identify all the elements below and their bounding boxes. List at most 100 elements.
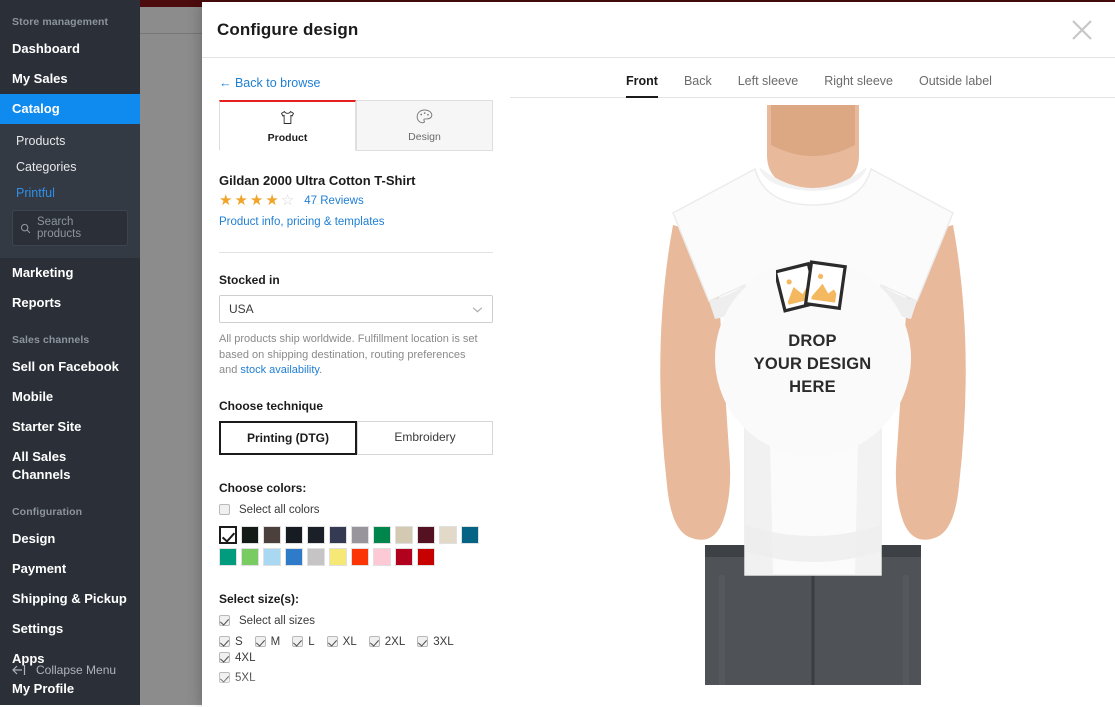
close-icon bbox=[1067, 15, 1097, 45]
sidebar-item-dashboard[interactable]: Dashboard bbox=[0, 34, 140, 64]
sidebar-item-my-sales[interactable]: My Sales bbox=[0, 64, 140, 94]
tab-product[interactable]: Product bbox=[219, 100, 356, 151]
select-all-sizes-checkbox[interactable] bbox=[219, 615, 230, 626]
color-swatch[interactable] bbox=[373, 548, 391, 566]
dropzone-line-3: HERE bbox=[789, 377, 836, 398]
sidebar-item-mobile[interactable]: Mobile bbox=[0, 382, 140, 412]
select-all-colors-row: Select all colors bbox=[219, 504, 493, 516]
size-label: M bbox=[271, 636, 281, 648]
collapse-arrow-icon bbox=[12, 664, 28, 676]
star-icon: ★ bbox=[234, 193, 247, 208]
size-checkbox[interactable] bbox=[417, 636, 428, 647]
sidebar-item-categories[interactable]: Categories bbox=[0, 154, 140, 180]
sidebar-item-marketing[interactable]: Marketing bbox=[0, 258, 140, 288]
star-icon: ★ bbox=[265, 193, 278, 208]
reviews-count-link[interactable]: 47 Reviews bbox=[304, 195, 363, 207]
stocked-in-label: Stocked in bbox=[219, 273, 493, 287]
color-swatch[interactable] bbox=[263, 548, 281, 566]
preview-tab-back[interactable]: Back bbox=[684, 74, 712, 97]
preview-tab-left-sleeve[interactable]: Left sleeve bbox=[738, 74, 798, 97]
star-empty-icon: ☆ bbox=[281, 193, 294, 208]
sidebar-item-settings[interactable]: Settings bbox=[0, 614, 140, 644]
tab-product-label: Product bbox=[268, 132, 308, 144]
product-title: Gildan 2000 Ultra Cotton T-Shirt bbox=[219, 173, 493, 188]
size-label: 5XL bbox=[235, 672, 255, 684]
size-option[interactable]: 4XL bbox=[219, 652, 255, 664]
color-swatch[interactable] bbox=[307, 526, 325, 544]
tab-design[interactable]: Design bbox=[356, 100, 493, 151]
technique-option-printing-dtg[interactable]: Printing (DTG) bbox=[219, 421, 357, 455]
color-swatch[interactable] bbox=[263, 526, 281, 544]
sidebar-item-products[interactable]: Products bbox=[0, 128, 140, 154]
sidebar-search-wrap: Search products bbox=[0, 206, 140, 248]
size-option[interactable]: XL bbox=[327, 636, 357, 648]
stocked-in-value: USA bbox=[229, 302, 254, 316]
size-option[interactable]: 2XL bbox=[369, 636, 405, 648]
sidebar-item-all-sales-channels[interactable]: All Sales Channels bbox=[0, 442, 140, 490]
design-dropzone[interactable]: DROP YOUR DESIGN HERE bbox=[715, 260, 911, 456]
color-swatch[interactable] bbox=[373, 526, 391, 544]
color-swatch[interactable] bbox=[307, 548, 325, 566]
select-all-sizes-row: Select all sizes bbox=[219, 615, 493, 627]
tab-design-label: Design bbox=[408, 131, 441, 143]
sidebar-item-sell-on-facebook[interactable]: Sell on Facebook bbox=[0, 352, 140, 382]
select-all-colors-checkbox[interactable] bbox=[219, 504, 230, 515]
preview-tab-outside-label[interactable]: Outside label bbox=[919, 74, 992, 97]
preview-tab-front[interactable]: Front bbox=[626, 74, 658, 97]
color-swatch[interactable] bbox=[329, 548, 347, 566]
sidebar-item-shipping-pickup[interactable]: Shipping & Pickup bbox=[0, 584, 140, 614]
size-option[interactable]: S bbox=[219, 636, 243, 648]
size-checkbox[interactable] bbox=[219, 672, 230, 683]
stock-availability-link[interactable]: stock availability bbox=[240, 364, 319, 376]
stocked-in-select[interactable]: USA bbox=[219, 295, 493, 323]
collapse-menu-button[interactable]: Collapse Menu bbox=[0, 657, 140, 683]
star-rating: ★ ★ ★ ★ ☆ bbox=[219, 193, 294, 208]
size-checkbox[interactable] bbox=[292, 636, 303, 647]
size-label: 2XL bbox=[385, 636, 405, 648]
size-checkbox[interactable] bbox=[219, 652, 230, 663]
size-checkbox[interactable] bbox=[219, 636, 230, 647]
back-to-browse-link[interactable]: ← Back to browse bbox=[219, 76, 320, 90]
size-checkbox[interactable] bbox=[327, 636, 338, 647]
color-swatch[interactable] bbox=[219, 548, 237, 566]
sidebar-item-reports[interactable]: Reports bbox=[0, 288, 140, 318]
sidebar-item-starter-site[interactable]: Starter Site bbox=[0, 412, 140, 442]
color-swatch[interactable] bbox=[417, 526, 435, 544]
color-swatch[interactable] bbox=[285, 526, 303, 544]
size-option[interactable]: 5XL bbox=[219, 672, 255, 684]
size-option[interactable]: 3XL bbox=[417, 636, 453, 648]
color-swatch-grid bbox=[219, 526, 493, 566]
color-swatch[interactable] bbox=[241, 526, 259, 544]
color-swatch[interactable] bbox=[329, 526, 347, 544]
size-option[interactable]: L bbox=[292, 636, 314, 648]
sidebar-item-printful[interactable]: Printful bbox=[0, 180, 140, 206]
technique-option-embroidery[interactable]: Embroidery bbox=[357, 421, 493, 455]
select-sizes-label: Select size(s): bbox=[219, 592, 493, 606]
sidebar-item-catalog[interactable]: Catalog bbox=[0, 94, 140, 124]
stocked-in-select-wrap: USA bbox=[219, 295, 493, 323]
size-checkbox[interactable] bbox=[369, 636, 380, 647]
sidebar-item-payment[interactable]: Payment bbox=[0, 554, 140, 584]
color-swatch[interactable] bbox=[417, 548, 435, 566]
configure-design-modal: Configure design ← Back to browse Produc… bbox=[202, 2, 1115, 707]
preview-tab-right-sleeve[interactable]: Right sleeve bbox=[824, 74, 893, 97]
close-button[interactable] bbox=[1067, 15, 1097, 45]
preview-panel: Front Back Left sleeve Right sleeve Outs… bbox=[510, 58, 1115, 706]
sidebar-item-design[interactable]: Design bbox=[0, 524, 140, 554]
color-swatch[interactable] bbox=[285, 548, 303, 566]
sidebar-heading-configuration: Configuration bbox=[0, 490, 140, 524]
color-swatch[interactable] bbox=[439, 526, 457, 544]
size-option[interactable]: M bbox=[255, 636, 281, 648]
color-swatch[interactable] bbox=[461, 526, 479, 544]
size-checkbox[interactable] bbox=[255, 636, 266, 647]
color-swatch[interactable] bbox=[351, 526, 369, 544]
product-info-link[interactable]: Product info, pricing & templates bbox=[219, 216, 385, 228]
color-swatch[interactable] bbox=[241, 548, 259, 566]
search-input[interactable]: Search products bbox=[12, 210, 128, 246]
sidebar-heading-sales-channels: Sales channels bbox=[0, 318, 140, 352]
main-sidebar: Store management Dashboard My Sales Cata… bbox=[0, 0, 140, 705]
color-swatch[interactable] bbox=[219, 526, 237, 544]
color-swatch[interactable] bbox=[395, 548, 413, 566]
color-swatch[interactable] bbox=[351, 548, 369, 566]
color-swatch[interactable] bbox=[395, 526, 413, 544]
